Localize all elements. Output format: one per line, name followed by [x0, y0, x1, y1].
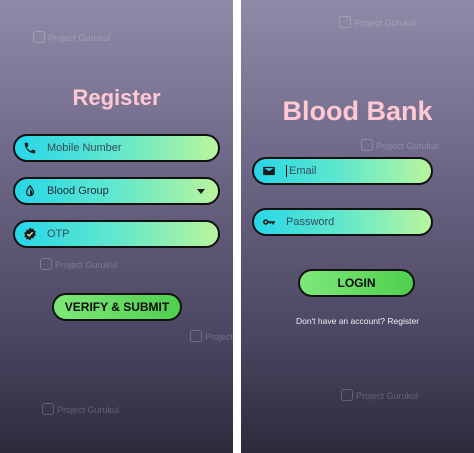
watermark: Project Gurukul	[341, 389, 418, 401]
watermark: Project Gurukul	[339, 16, 416, 28]
blood-group-value: Blood Group	[47, 185, 109, 197]
email-placeholder: Email	[289, 165, 317, 177]
project-gurukul-logo-icon	[42, 403, 54, 415]
envelope-icon	[262, 164, 276, 178]
watermark: Project	[190, 330, 233, 342]
watermark: Project Gurukul	[40, 258, 117, 270]
project-gurukul-logo-icon	[190, 330, 202, 342]
project-gurukul-logo-icon	[361, 139, 373, 151]
watermark: Project Gurukul	[33, 31, 110, 43]
mobile-number-placeholder: Mobile Number	[47, 142, 122, 154]
blood-group-select[interactable]: Blood Group	[13, 177, 220, 205]
page-title: Register	[72, 85, 161, 110]
register-link[interactable]: Don't have an account? Register	[241, 316, 474, 326]
key-icon	[262, 215, 276, 229]
blood-drop-icon	[23, 184, 37, 198]
otp-input[interactable]: OTP	[13, 220, 220, 248]
watermark: Project Gurukul	[361, 139, 438, 151]
phone-icon	[23, 141, 37, 155]
otp-placeholder: OTP	[47, 228, 70, 240]
verify-submit-button[interactable]: VERIFY & SUBMIT	[52, 293, 182, 321]
text-cursor	[286, 165, 287, 177]
password-placeholder: Password	[286, 216, 335, 228]
email-input[interactable]: Email	[252, 157, 433, 185]
caret-down-icon[interactable]	[194, 184, 208, 198]
verified-badge-icon	[23, 227, 37, 241]
watermark: Project Gurukul	[42, 403, 119, 415]
project-gurukul-logo-icon	[40, 258, 52, 270]
mobile-number-input[interactable]: Mobile Number	[13, 134, 220, 162]
project-gurukul-logo-icon	[339, 16, 351, 28]
project-gurukul-logo-icon	[33, 31, 45, 43]
app-title: Blood Bank	[282, 96, 433, 126]
project-gurukul-logo-icon	[341, 389, 353, 401]
login-button[interactable]: LOGIN	[298, 269, 415, 297]
password-input[interactable]: Password	[252, 208, 433, 236]
